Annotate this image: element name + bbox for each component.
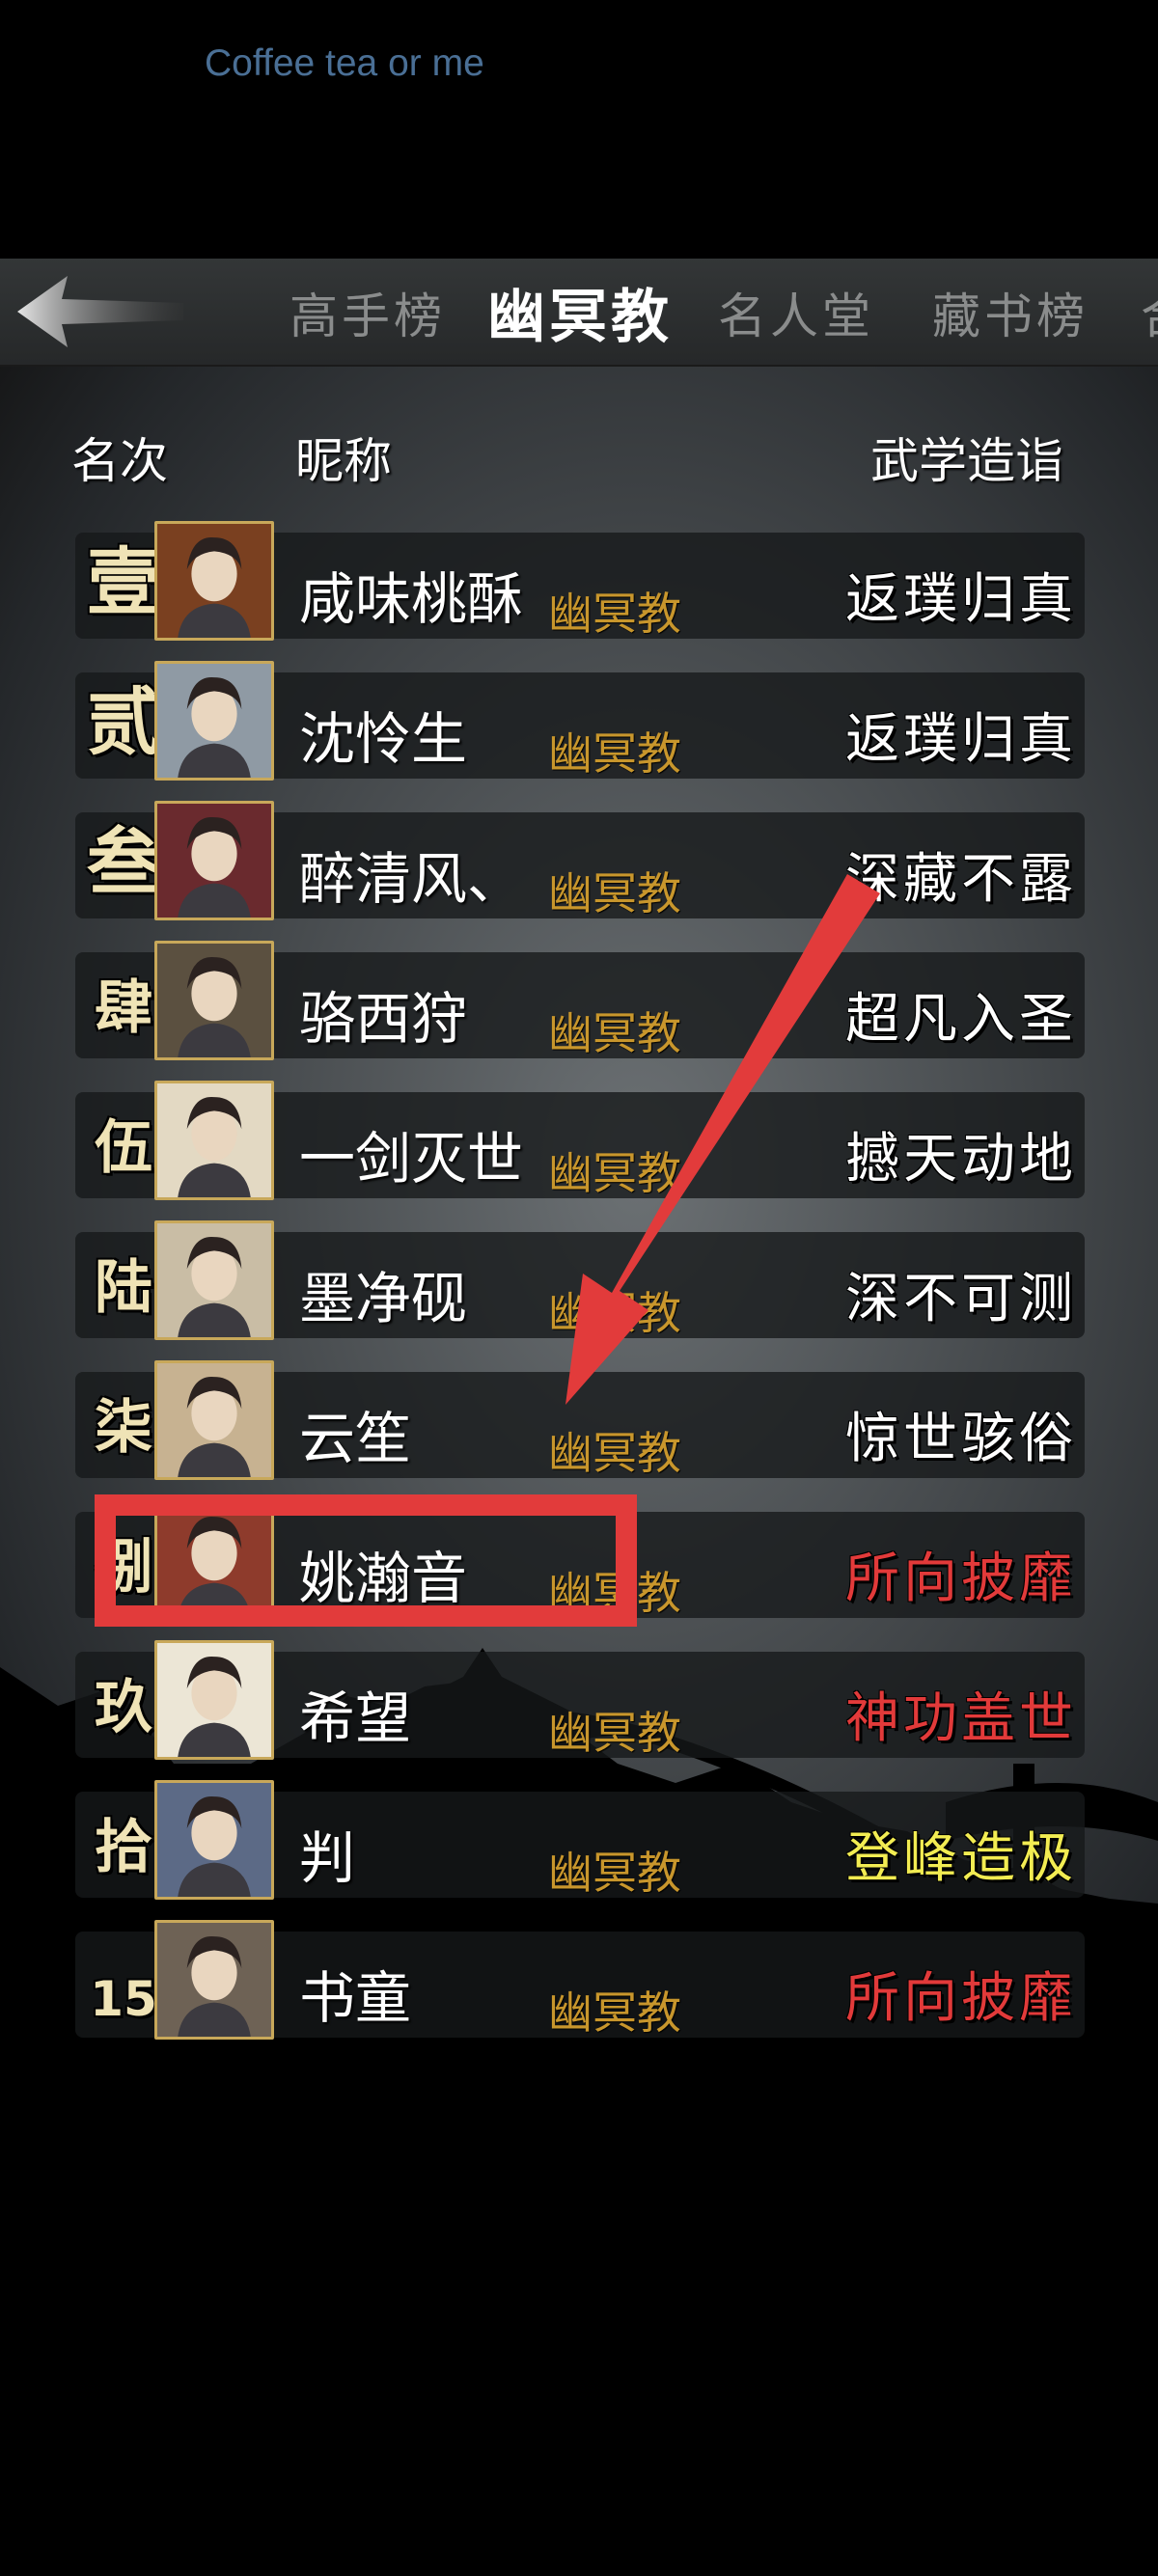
player-avatar[interactable] bbox=[154, 1360, 274, 1480]
player-name: 判 bbox=[299, 1825, 356, 1891]
tab-youming-sect[interactable]: 幽冥教 bbox=[487, 270, 673, 354]
martial-level: 所向披靡 bbox=[845, 1548, 1077, 1610]
martial-level: 超凡入圣 bbox=[845, 988, 1077, 1051]
leaderboard-screen: 高手榜 幽冥教 名人堂 藏书榜 合 名次 昵称 武学造诣 壹咸味桃酥幽冥教返璞归… bbox=[0, 259, 1158, 2072]
rank-row[interactable]: 肆骆西狩 幽冥教 超凡入圣 bbox=[75, 941, 1085, 1060]
rank-row[interactable]: 伍一剑灭世 幽冥教 撼天动地 bbox=[75, 1081, 1085, 1200]
martial-level: 深藏不露 bbox=[845, 848, 1077, 911]
player-sect: 幽冥教 bbox=[548, 1287, 681, 1339]
player-sect: 幽冥教 bbox=[548, 588, 681, 640]
player-name: 书童 bbox=[299, 1965, 412, 2031]
rank-row[interactable]: 捌姚瀚音 幽冥教 所向披靡 bbox=[75, 1500, 1085, 1620]
rank-row[interactable]: 玖希望 幽冥教 神功盖世 bbox=[75, 1640, 1085, 1760]
player-name: 希望 bbox=[299, 1685, 412, 1751]
player-sect: 幽冥教 bbox=[548, 1707, 681, 1759]
martial-level: 登峰造极 bbox=[845, 1827, 1077, 1890]
player-avatar[interactable] bbox=[154, 1780, 274, 1900]
player-name: 姚瀚音 bbox=[299, 1546, 468, 1611]
rank-row[interactable]: 15 书童 幽冥教 所向披靡 bbox=[75, 1920, 1085, 2040]
tab-hall-of-fame[interactable]: 名人堂 bbox=[718, 278, 874, 347]
player-sect: 幽冥教 bbox=[548, 1147, 681, 1199]
player-name: 骆西狩 bbox=[299, 986, 468, 1052]
martial-level: 惊世骇俗 bbox=[845, 1408, 1077, 1470]
player-name: 墨净砚 bbox=[299, 1266, 468, 1331]
player-avatar[interactable] bbox=[154, 1500, 274, 1620]
martial-level: 返璞归真 bbox=[845, 568, 1077, 631]
player-avatar[interactable] bbox=[154, 941, 274, 1060]
back-arrow-icon[interactable] bbox=[14, 270, 187, 353]
martial-level: 所向披靡 bbox=[845, 1967, 1077, 2030]
rank-row[interactable]: 叁醉清风、 幽冥教 深藏不露 bbox=[75, 801, 1085, 920]
player-avatar[interactable] bbox=[154, 1220, 274, 1340]
rank-row[interactable]: 壹咸味桃酥 幽冥教 返璞归真 bbox=[75, 521, 1085, 641]
martial-level: 神功盖世 bbox=[845, 1687, 1077, 1750]
player-name: 沈怜生 bbox=[299, 706, 468, 772]
tab-masters[interactable]: 高手榜 bbox=[290, 278, 446, 347]
player-sect: 幽冥教 bbox=[548, 1567, 681, 1619]
header-rank: 名次 bbox=[71, 433, 168, 489]
rank-row[interactable]: 陆墨净砚 幽冥教 深不可测 bbox=[75, 1220, 1085, 1340]
player-avatar[interactable] bbox=[154, 661, 274, 781]
player-sect: 幽冥教 bbox=[548, 727, 681, 780]
player-name: 云笙 bbox=[299, 1406, 412, 1471]
martial-level: 深不可测 bbox=[845, 1268, 1077, 1330]
player-avatar[interactable] bbox=[154, 1920, 274, 2040]
player-sect: 幽冥教 bbox=[548, 1427, 681, 1479]
player-sect: 幽冥教 bbox=[548, 1007, 681, 1059]
player-avatar[interactable] bbox=[154, 1640, 274, 1760]
watermark-text: Coffee tea or me bbox=[205, 42, 484, 84]
tab-overflow-partial[interactable]: 合 bbox=[1141, 278, 1158, 347]
martial-level: 撼天动地 bbox=[845, 1128, 1077, 1191]
rank-row[interactable]: 拾判幽冥教 登峰造极 bbox=[75, 1780, 1085, 1900]
player-avatar[interactable] bbox=[154, 521, 274, 641]
player-avatar[interactable] bbox=[154, 1081, 274, 1200]
player-name: 醉清风、 bbox=[299, 846, 524, 912]
header-martial-level: 武学造诣 bbox=[870, 433, 1063, 489]
tab-book-collection[interactable]: 藏书榜 bbox=[932, 278, 1089, 347]
rank-row[interactable]: 贰沈怜生 幽冥教 返璞归真 bbox=[75, 661, 1085, 781]
player-sect: 幽冥教 bbox=[548, 1847, 681, 1899]
player-name: 咸味桃酥 bbox=[299, 566, 524, 632]
martial-level: 返璞归真 bbox=[845, 708, 1077, 771]
header-nickname: 昵称 bbox=[295, 433, 392, 489]
rank-row[interactable]: 柒云笙 幽冥教 惊世骇俗 bbox=[75, 1360, 1085, 1480]
player-sect: 幽冥教 bbox=[548, 1987, 681, 2039]
player-name: 一剑灭世 bbox=[299, 1126, 524, 1192]
player-sect: 幽冥教 bbox=[548, 867, 681, 919]
top-tab-bar: 高手榜 幽冥教 名人堂 藏书榜 合 bbox=[0, 259, 1158, 367]
player-avatar[interactable] bbox=[154, 801, 274, 920]
